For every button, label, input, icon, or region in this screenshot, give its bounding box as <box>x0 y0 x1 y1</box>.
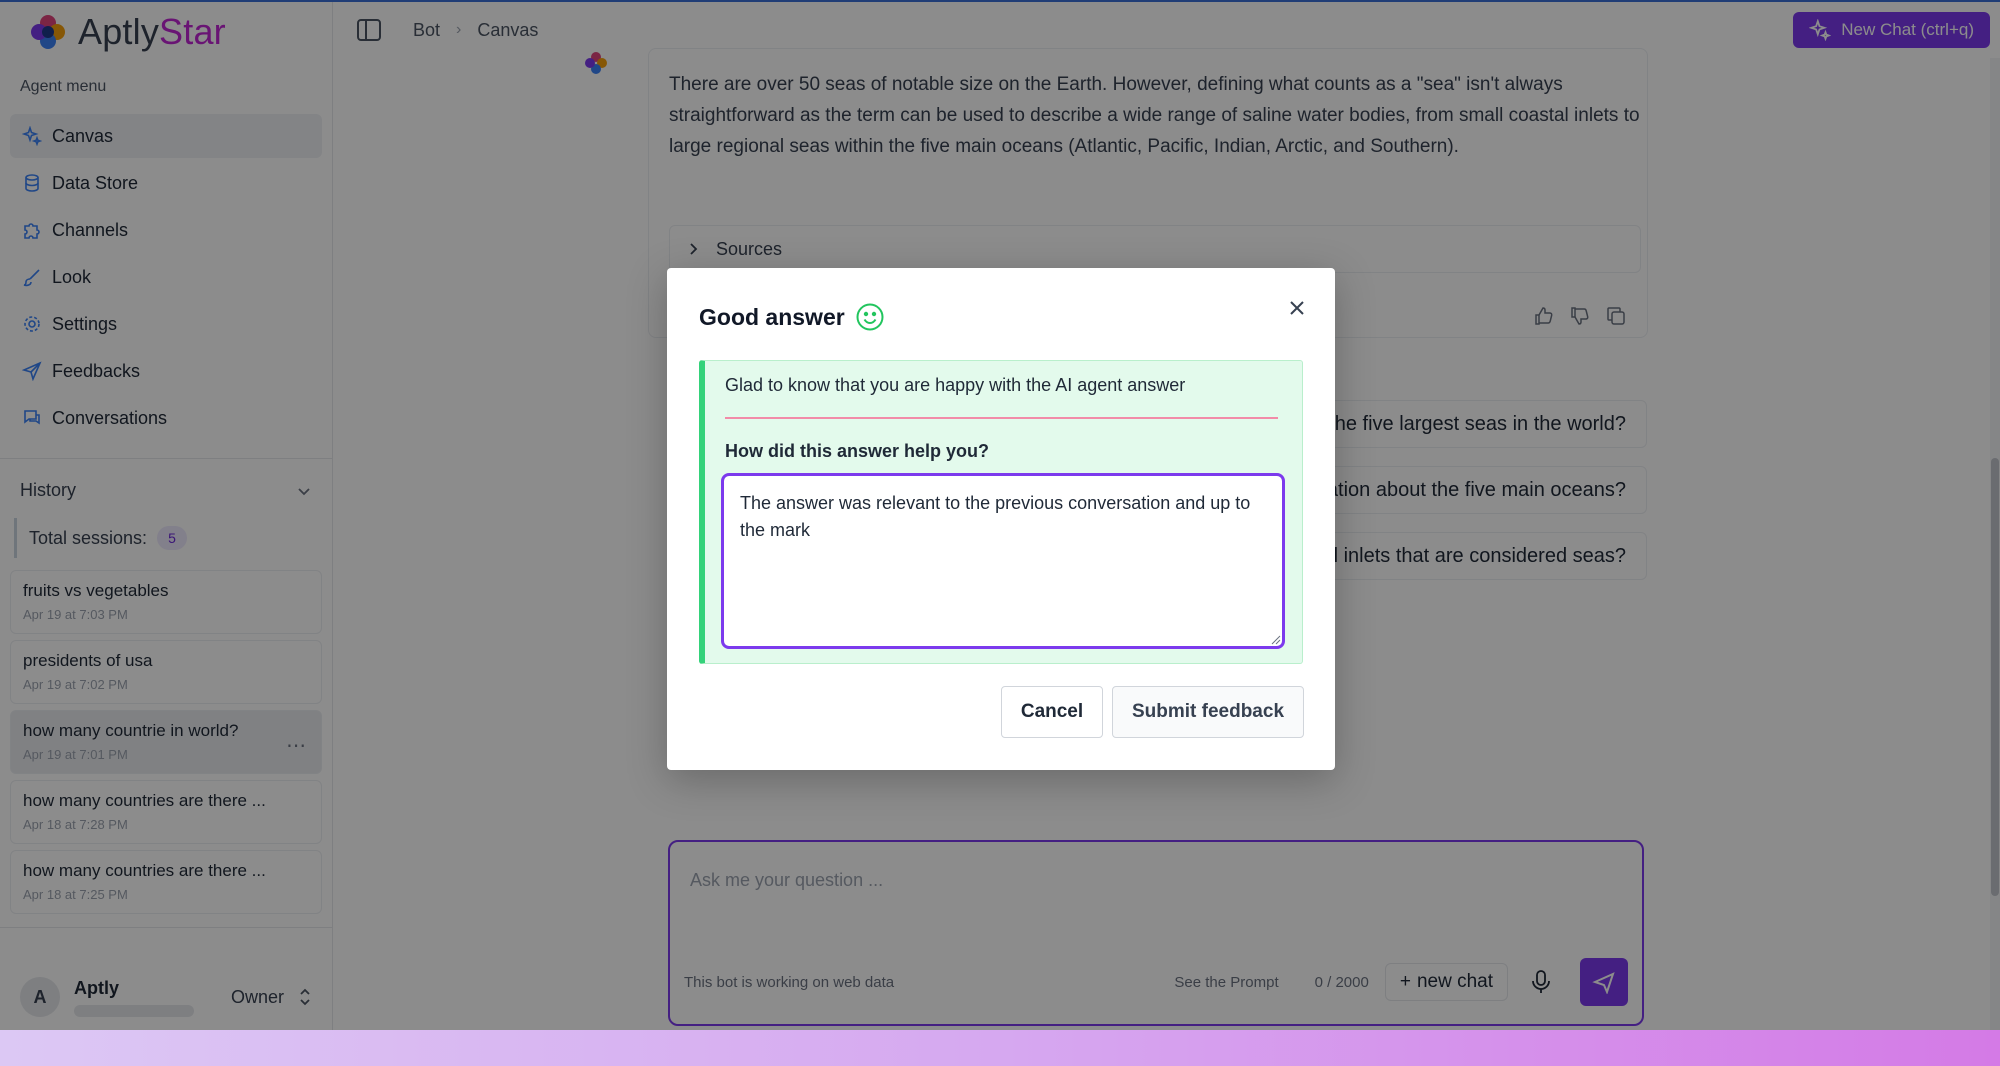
feedback-textarea[interactable]: The answer was relevant to the previous … <box>721 473 1285 649</box>
submit-feedback-button[interactable]: Submit feedback <box>1112 686 1304 738</box>
divider <box>725 417 1278 419</box>
feedback-panel: Glad to know that you are happy with the… <box>699 360 1303 664</box>
smiley-icon <box>856 303 884 331</box>
feedback-question: How did this answer help you? <box>725 441 990 461</box>
feedback-note: Glad to know that you are happy with the… <box>725 375 1186 395</box>
close-icon[interactable] <box>1281 292 1313 324</box>
bottom-gradient-bar <box>0 1030 2000 1066</box>
feedback-modal: Good answer Glad to know that you are ha… <box>667 268 1335 770</box>
resize-handle-icon[interactable] <box>1271 635 1281 645</box>
cancel-button[interactable]: Cancel <box>1001 686 1103 738</box>
modal-title-text: Good answer <box>699 303 845 330</box>
modal-title: Good answer <box>699 302 885 332</box>
